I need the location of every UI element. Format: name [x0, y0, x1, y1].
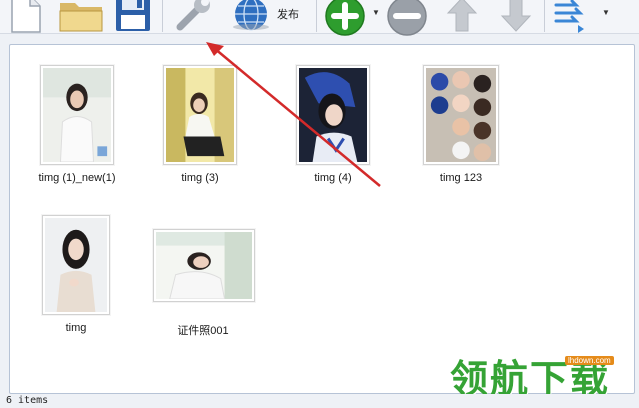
- thumbnail-image[interactable]: [40, 65, 114, 165]
- minus-icon: [387, 0, 427, 36]
- move-up-button[interactable]: [442, 0, 482, 34]
- move-down-button[interactable]: [496, 0, 536, 34]
- watermark-site: lhdown.com: [565, 356, 614, 365]
- toolbar-separator: [162, 0, 163, 32]
- thumbnail-caption[interactable]: timg (4): [278, 172, 388, 184]
- floppy-disk-icon: [116, 0, 150, 31]
- thumbnail-caption[interactable]: timg 123: [406, 172, 516, 184]
- plus-icon: [325, 0, 365, 36]
- thumbnail-image[interactable]: [42, 215, 110, 315]
- thumbnail-caption[interactable]: timg (3): [145, 172, 255, 184]
- thumbnail-view[interactable]: timg (1)_new(1) timg (3) timg (4) timg 1…: [9, 44, 635, 394]
- thumbnail-image[interactable]: [153, 229, 255, 302]
- toolbar-separator: [316, 0, 317, 32]
- thumbnail-image[interactable]: [296, 65, 370, 165]
- thumbnail-caption[interactable]: 证件照001: [148, 322, 258, 338]
- chevron-down-icon[interactable]: ▼: [602, 8, 610, 17]
- open-folder-button[interactable]: [56, 0, 106, 34]
- new-file-button[interactable]: [4, 0, 46, 34]
- toolbar-separator: [544, 0, 545, 32]
- save-button[interactable]: [112, 0, 154, 34]
- thumbnail-image[interactable]: [423, 65, 499, 165]
- add-button[interactable]: [322, 0, 368, 38]
- chevron-down-icon[interactable]: ▼: [372, 8, 380, 17]
- thumbnail-caption[interactable]: timg (1)_new(1): [22, 172, 132, 184]
- publish-label[interactable]: 发布: [277, 6, 299, 22]
- toolbar: 发布 ▼ ▼: [0, 0, 639, 36]
- publish-button[interactable]: [226, 0, 276, 34]
- remove-button[interactable]: [384, 0, 430, 38]
- thumbnail-caption[interactable]: timg: [21, 322, 131, 334]
- arrow-down-icon: [500, 0, 532, 32]
- new-document-icon: [11, 0, 41, 33]
- globe-icon: [233, 0, 269, 31]
- status-bar: 6 items: [0, 394, 639, 408]
- sort-button[interactable]: [550, 0, 590, 34]
- tools-button[interactable]: [170, 0, 218, 34]
- sort-arrows-icon: [554, 0, 584, 33]
- folder-icon: [59, 3, 103, 32]
- arrow-up-icon: [446, 0, 478, 32]
- status-text: 6 items: [6, 395, 49, 406]
- thumbnail-image[interactable]: [163, 65, 237, 165]
- wrench-icon: [176, 0, 210, 31]
